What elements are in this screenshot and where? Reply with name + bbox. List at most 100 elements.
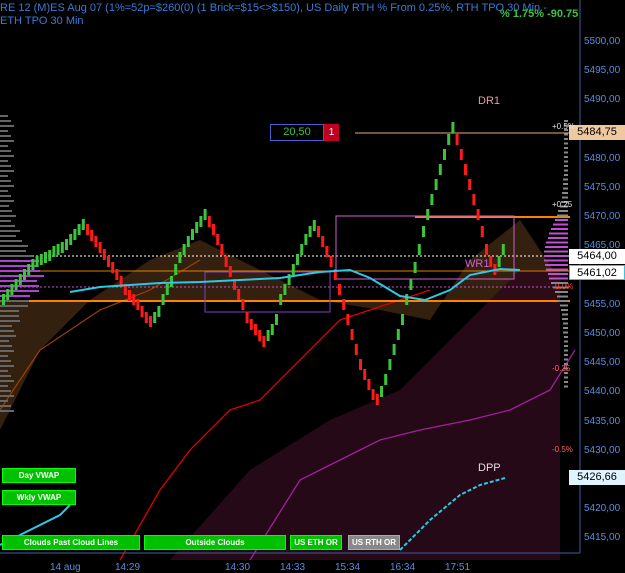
dpp-price-tag: 5426,66 bbox=[569, 470, 625, 485]
profile-row bbox=[544, 250, 568, 253]
renko-brick bbox=[485, 244, 488, 255]
renko-brick bbox=[338, 284, 341, 295]
renko-brick bbox=[48, 250, 52, 261]
profile-row bbox=[0, 325, 12, 327]
profile-row bbox=[0, 395, 14, 397]
renko-brick bbox=[165, 284, 169, 295]
renko-brick bbox=[2, 294, 5, 305]
renko-brick bbox=[359, 359, 362, 370]
pct-mid: 0.0% bbox=[555, 282, 574, 291]
outside-clouds-button[interactable]: Outside Clouds bbox=[144, 535, 286, 550]
renko-brick bbox=[329, 256, 333, 267]
renko-brick bbox=[417, 244, 421, 255]
renko-brick bbox=[304, 234, 308, 245]
us-rth-or-button[interactable]: US RTH OR bbox=[348, 535, 400, 550]
wkly-vwap-button[interactable]: Wkly VWAP bbox=[2, 490, 76, 505]
profile-row bbox=[555, 219, 568, 221]
chart-title: RE 12 (M)ES Aug 07 (1%=52p=$260(0) (1 Br… bbox=[0, 2, 550, 27]
profile-row bbox=[0, 125, 14, 127]
profile-row bbox=[564, 336, 568, 338]
dpp-label: DPP bbox=[478, 462, 501, 474]
renko-brick bbox=[317, 226, 320, 237]
renko-brick bbox=[203, 209, 207, 220]
renko-brick bbox=[191, 229, 194, 240]
renko-brick bbox=[98, 242, 102, 253]
renko-brick bbox=[35, 256, 39, 267]
profile-row bbox=[0, 285, 39, 287]
renko-brick bbox=[224, 256, 228, 267]
renko-brick bbox=[388, 359, 392, 370]
renko-brick bbox=[497, 256, 501, 267]
profile-row bbox=[557, 214, 568, 217]
renko-brick bbox=[371, 389, 375, 400]
past-cloud-button[interactable]: Clouds Past Cloud Lines bbox=[2, 535, 140, 550]
renko-brick bbox=[140, 306, 144, 317]
day-vwap-button[interactable]: Day VWAP bbox=[2, 468, 76, 483]
profile-row bbox=[563, 327, 568, 329]
profile-row bbox=[0, 365, 14, 367]
profile-row bbox=[0, 190, 8, 192]
renko-brick bbox=[186, 236, 190, 247]
y-tick: 5415,00 bbox=[584, 532, 621, 544]
profile-row bbox=[564, 160, 568, 163]
renko-brick bbox=[258, 330, 262, 341]
profile-row bbox=[0, 385, 8, 387]
profile-row bbox=[0, 140, 14, 142]
profile-row bbox=[0, 150, 11, 152]
pct-plus-05: +0.5% bbox=[552, 122, 575, 131]
profile-row bbox=[0, 235, 16, 237]
profile-row bbox=[0, 165, 11, 167]
y-tick: 5495,00 bbox=[584, 65, 621, 77]
renko-brick bbox=[396, 329, 400, 340]
renko-brick bbox=[476, 209, 480, 220]
renko-brick bbox=[409, 279, 413, 290]
x-tick: 14:29 bbox=[115, 562, 141, 573]
profile-row bbox=[0, 360, 11, 362]
renko-brick bbox=[69, 234, 73, 245]
renko-brick bbox=[111, 262, 115, 273]
profile-row bbox=[564, 340, 568, 343]
profile-row bbox=[0, 370, 8, 372]
renko-brick bbox=[14, 279, 18, 290]
renko-brick bbox=[245, 312, 249, 323]
renko-brick bbox=[102, 249, 106, 260]
profile-row bbox=[564, 156, 568, 158]
profile-row bbox=[0, 275, 44, 277]
profile-row bbox=[551, 228, 568, 230]
renko-brick bbox=[207, 216, 211, 227]
profile-row bbox=[0, 350, 14, 352]
profile-row bbox=[564, 133, 568, 136]
price-chart[interactable] bbox=[0, 0, 625, 573]
dr1-price-tag: 5484,75 bbox=[569, 125, 625, 140]
pct-plus-025: +0.25 bbox=[552, 200, 573, 209]
us-eth-or-button[interactable]: US ETH OR bbox=[290, 535, 342, 550]
x-tick: 17:51 bbox=[445, 562, 471, 573]
renko-brick bbox=[447, 134, 451, 145]
renko-brick bbox=[346, 314, 350, 325]
profile-row bbox=[564, 174, 568, 176]
renko-brick bbox=[128, 290, 131, 301]
profile-row bbox=[0, 330, 14, 332]
renko-brick bbox=[480, 226, 484, 237]
renko-brick bbox=[241, 299, 245, 310]
profile-row bbox=[561, 309, 568, 311]
renko-brick bbox=[228, 266, 232, 277]
profile-row bbox=[0, 305, 28, 307]
profile-row bbox=[563, 178, 568, 181]
profile-row bbox=[0, 200, 14, 202]
y-tick: 5420,00 bbox=[584, 503, 621, 515]
profile-row bbox=[0, 230, 20, 232]
pct-minus-025: -0.25 bbox=[552, 364, 571, 373]
renko-brick bbox=[115, 269, 119, 280]
profile-row bbox=[557, 295, 568, 298]
x-tick: 14:30 bbox=[225, 562, 251, 573]
renko-brick bbox=[39, 254, 43, 265]
renko-brick bbox=[136, 299, 140, 310]
profile-row bbox=[0, 155, 14, 157]
renko-brick bbox=[195, 222, 199, 233]
renko-brick bbox=[392, 344, 396, 355]
renko-brick bbox=[18, 274, 22, 285]
profile-row bbox=[0, 225, 15, 227]
profile-row bbox=[562, 313, 568, 316]
profile-row bbox=[546, 268, 568, 271]
